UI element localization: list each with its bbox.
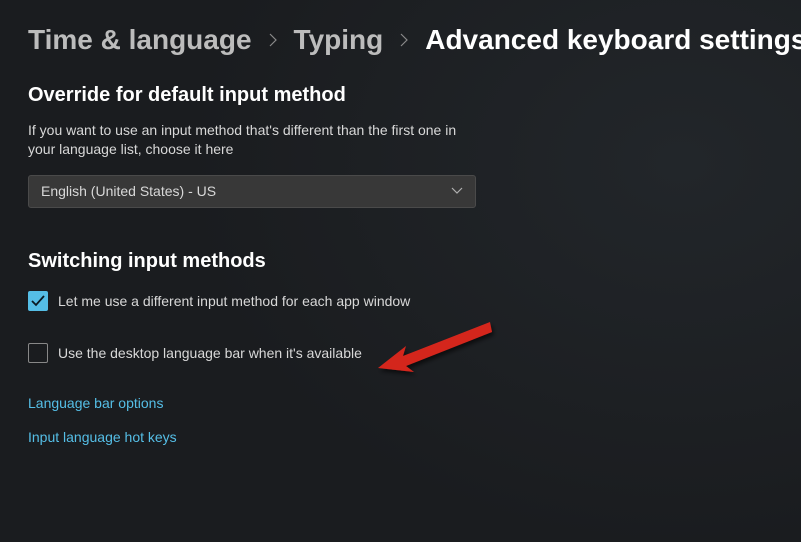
breadcrumb-time-language[interactable]: Time & language <box>28 24 252 56</box>
input-method-dropdown-value: English (United States) - US <box>41 183 216 199</box>
override-section-description: If you want to use an input method that'… <box>28 121 468 159</box>
override-section-title: Override for default input method <box>28 84 773 107</box>
chevron-right-icon <box>268 33 278 47</box>
checkbox-per-app-window-label: Let me use a different input method for … <box>58 293 410 309</box>
switching-section-title: Switching input methods <box>28 250 773 273</box>
checkbox-desktop-language-bar[interactable] <box>28 343 48 363</box>
input-method-dropdown[interactable]: English (United States) - US <box>28 175 476 208</box>
page-title: Advanced keyboard settings <box>425 24 801 56</box>
chevron-right-icon <box>399 33 409 47</box>
link-language-bar-options[interactable]: Language bar options <box>28 395 163 411</box>
link-input-language-hot-keys[interactable]: Input language hot keys <box>28 429 177 445</box>
check-icon <box>31 295 45 307</box>
breadcrumb-typing[interactable]: Typing <box>294 24 384 56</box>
checkbox-desktop-language-bar-label: Use the desktop language bar when it's a… <box>58 345 362 361</box>
breadcrumb: Time & language Typing Advanced keyboard… <box>28 24 773 56</box>
chevron-down-icon <box>451 187 463 195</box>
checkbox-per-app-window[interactable] <box>28 291 48 311</box>
